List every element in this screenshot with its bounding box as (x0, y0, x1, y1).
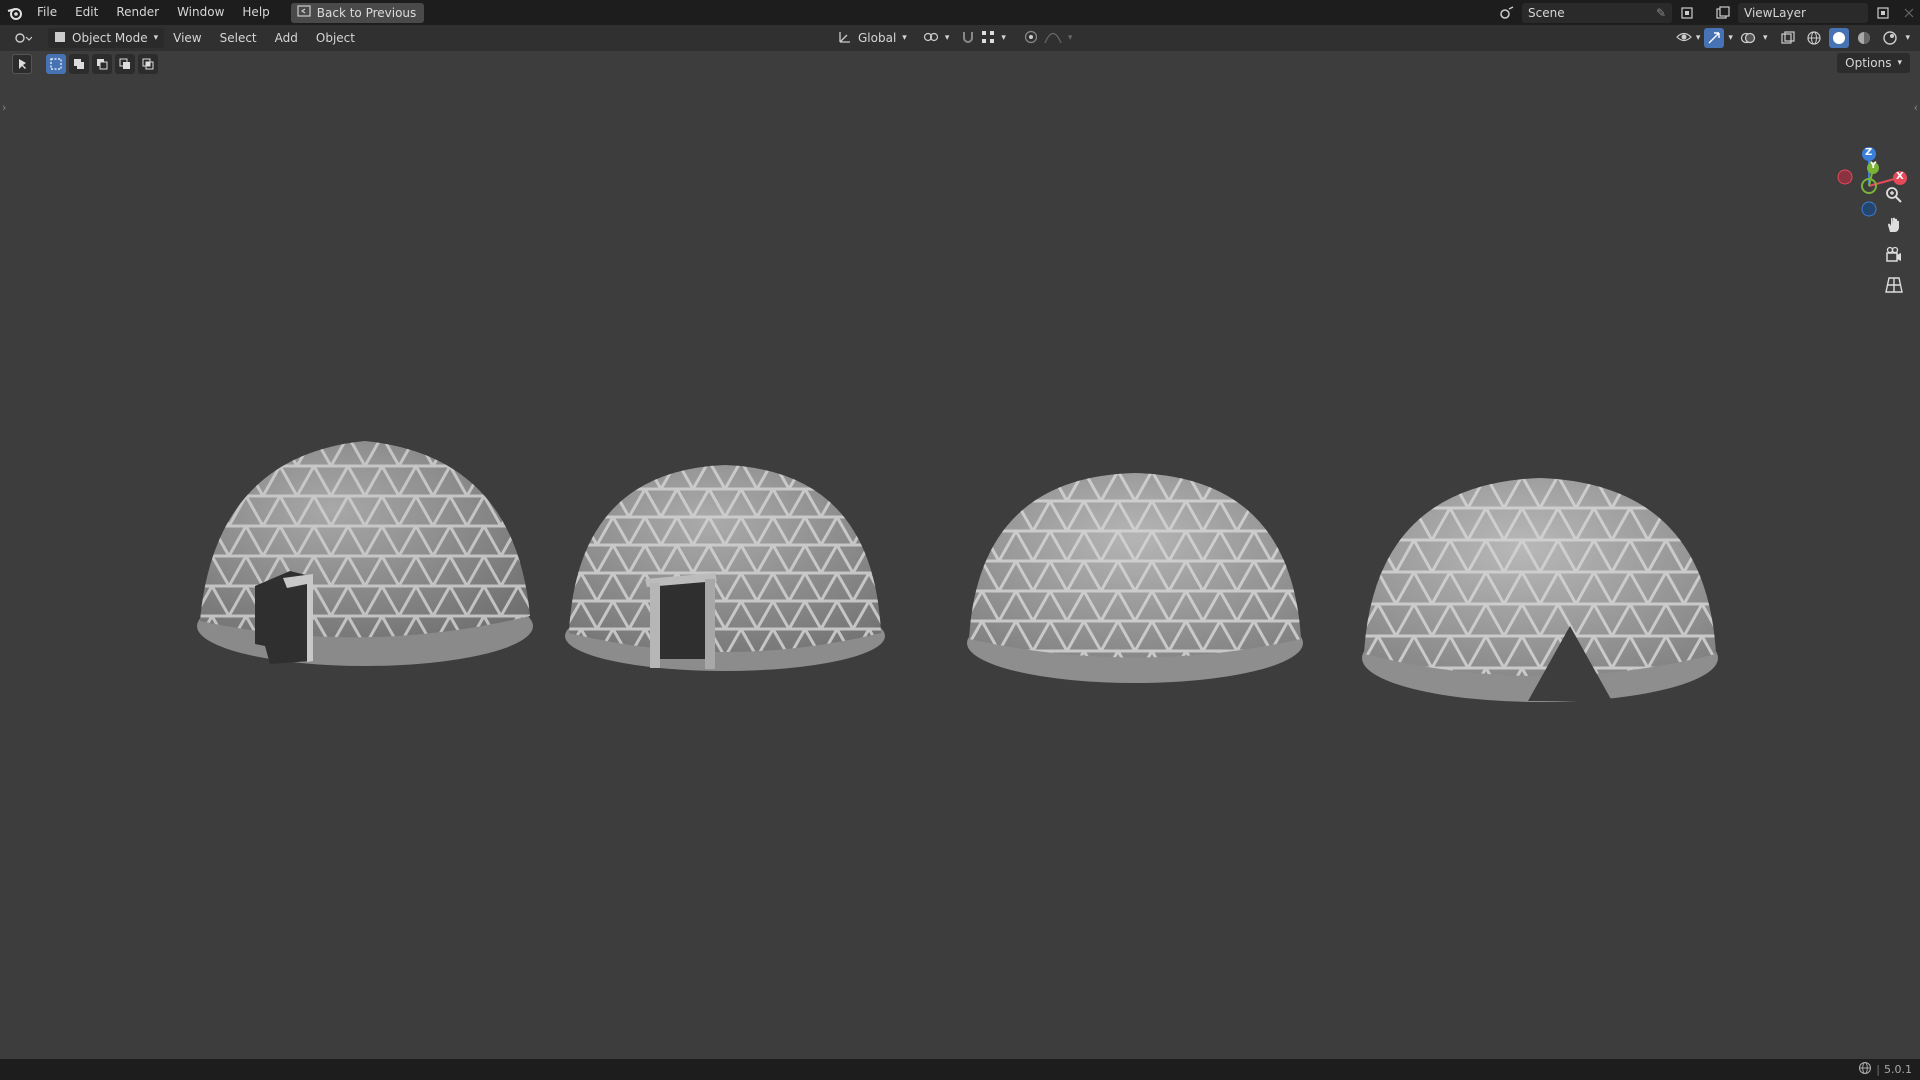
chevron-down-icon: ▾ (1695, 33, 1701, 43)
remove-view-layer-icon[interactable] (1898, 3, 1920, 23)
select-box-invert-icon[interactable] (115, 54, 135, 74)
snap-target-icon[interactable] (981, 30, 995, 47)
perspective-grid-icon[interactable] (1880, 271, 1908, 299)
top-bar: File Edit Render Window Help Back to Pre… (0, 0, 1920, 25)
z-axis-label: Z (1865, 147, 1873, 158)
left-toolbar-toggle-icon[interactable]: › (2, 101, 6, 114)
xray-icon[interactable] (1777, 28, 1799, 48)
menu-edit[interactable]: Edit (66, 0, 107, 25)
gizmo-toggle-icon[interactable] (1704, 28, 1725, 48)
object-mode-icon (54, 31, 66, 46)
scene-name: Scene (1528, 5, 1565, 20)
blender-logo-icon[interactable] (2, 0, 28, 25)
chevron-down-icon: ▾ (1728, 33, 1733, 43)
overlays-icon[interactable] (1737, 28, 1759, 48)
solid-shading-icon[interactable] (1829, 28, 1850, 48)
material-shading-icon[interactable] (1853, 28, 1875, 48)
status-separator: | (1876, 1063, 1880, 1076)
mode-label: Object Mode (72, 31, 148, 45)
view-layer-selector[interactable]: ViewLayer (1738, 2, 1868, 23)
select-box-extend-icon[interactable] (69, 54, 89, 74)
chevron-down-icon: ▾ (1762, 33, 1768, 43)
globe-icon (1858, 1061, 1872, 1078)
chevron-down-icon: ▾ (1001, 33, 1006, 43)
visibility-icon[interactable] (1676, 30, 1692, 47)
dome-with-door-frame-left[interactable] (195, 406, 545, 686)
chevron-down-icon: ▾ (1067, 33, 1073, 43)
tweak-tool-icon[interactable] (12, 54, 32, 74)
right-sidebar-toggle-icon[interactable]: ‹ (1914, 101, 1918, 114)
rendered-shading-icon[interactable] (1879, 28, 1901, 48)
back-to-previous-button[interactable]: Back to Previous (290, 2, 425, 23)
scene-selector[interactable]: Scene ✎ (1522, 2, 1672, 23)
y-axis-label: Y (1870, 161, 1877, 171)
select-box-new-icon[interactable] (46, 54, 66, 74)
3d-viewport[interactable]: › ‹ Z X Y (0, 51, 1920, 1059)
options-label: Options (1845, 56, 1892, 70)
new-view-layer-icon[interactable] (1872, 3, 1894, 23)
wireframe-shading-icon[interactable] (1803, 28, 1825, 48)
menu-select[interactable]: Select (211, 25, 266, 51)
camera-view-icon[interactable] (1880, 241, 1908, 269)
options-dropdown[interactable]: Options ▾ (1837, 53, 1910, 73)
editor-type-icon[interactable] (12, 28, 34, 48)
select-tool-row (12, 53, 158, 75)
view-layer-type-icon[interactable] (1712, 3, 1734, 23)
dome-with-door-frame-right[interactable] (565, 461, 895, 691)
transform-orientation-icon (838, 30, 852, 47)
falloff-icon[interactable] (1044, 30, 1062, 47)
x-axis-label: X (1896, 171, 1904, 182)
menu-view[interactable]: View (164, 25, 210, 51)
dome-closed[interactable] (965, 471, 1305, 696)
zoom-icon[interactable] (1880, 181, 1908, 209)
version-text: 5.0.1 (1884, 1063, 1912, 1076)
chevron-down-icon: ▾ (944, 33, 950, 43)
chevron-down-icon: ▾ (153, 33, 159, 43)
status-bar: | 5.0.1 (0, 1059, 1920, 1080)
select-box-subtract-icon[interactable] (92, 54, 112, 74)
dome-with-triangle-opening[interactable] (1360, 476, 1730, 721)
pivot-icon[interactable] (923, 30, 939, 47)
menu-render[interactable]: Render (107, 0, 168, 25)
mode-selector[interactable]: Object Mode ▾ (48, 28, 165, 48)
new-scene-icon[interactable] (1676, 3, 1698, 23)
menu-help[interactable]: Help (233, 0, 278, 25)
pan-hand-icon[interactable] (1880, 211, 1908, 239)
pin-icon[interactable]: ✎ (1656, 6, 1666, 20)
viewport-header: Object Mode ▾ View Select Add Object Glo… (0, 25, 1920, 51)
menu-add[interactable]: Add (266, 25, 307, 51)
back-icon (297, 5, 311, 20)
chevron-down-icon: ▾ (1897, 58, 1902, 68)
snap-icon[interactable] (961, 30, 975, 47)
orientation-selector[interactable]: Global (858, 31, 896, 45)
menu-object[interactable]: Object (307, 25, 364, 51)
menu-file[interactable]: File (28, 0, 66, 25)
menu-window[interactable]: Window (168, 0, 233, 25)
chevron-down-icon: ▾ (902, 33, 907, 43)
scene-type-icon[interactable] (1496, 3, 1518, 23)
back-to-previous-label: Back to Previous (316, 5, 417, 20)
chevron-down-icon: ▾ (1905, 33, 1910, 43)
view-layer-name: ViewLayer (1744, 5, 1806, 20)
select-box-intersect-icon[interactable] (138, 54, 158, 74)
proportional-edit-icon[interactable] (1024, 30, 1038, 47)
